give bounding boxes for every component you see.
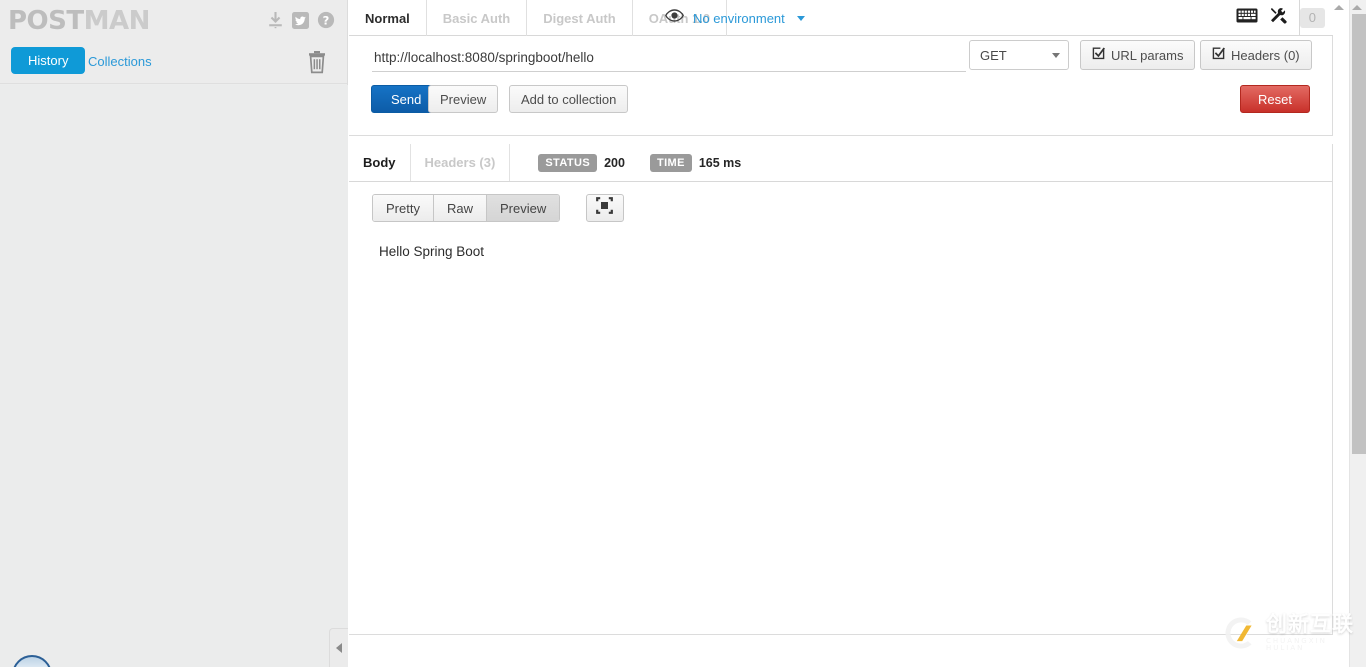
main-panel: Normal Basic Auth Digest Auth OAuth 1.0 … [349, 0, 1333, 667]
response-body-text: Hello Spring Boot [379, 244, 485, 259]
http-method-value: GET [980, 47, 1007, 63]
tab-digest-auth[interactable]: Digest Auth [527, 0, 633, 36]
chevron-left-icon [336, 643, 342, 653]
request-count-badge[interactable]: 0 [1299, 8, 1325, 28]
chevron-down-icon [1052, 52, 1060, 58]
status-badge-label: STATUS [538, 153, 598, 172]
logo-text-light: MAN [83, 6, 151, 36]
svg-text:?: ? [323, 13, 330, 27]
trash-icon[interactable] [307, 51, 327, 79]
watermark-logo: 创新互联 CHUANGXIN HULIAN [1222, 607, 1360, 659]
response-panel: Body Headers (3) STATUS 200 TIME 165 ms … [349, 144, 1333, 635]
sidebar-tab-history[interactable]: History [11, 47, 86, 74]
scroll-up-arrow-icon[interactable] [1352, 5, 1362, 10]
format-raw-button[interactable]: Raw [433, 195, 487, 221]
response-meta: STATUS 200 TIME 165 ms [538, 144, 741, 181]
url-params-label: URL params [1111, 47, 1184, 63]
sidebar-collapse-button[interactable] [329, 628, 348, 667]
fullscreen-icon [596, 197, 614, 219]
history-list-panel [0, 85, 348, 667]
topbar-divider [1299, 0, 1300, 36]
watermark-badge-icon [1222, 614, 1260, 652]
request-builder: GET URL params Headers (0) Send [349, 36, 1333, 136]
sidebar: POSTMAN ? History Collections [0, 0, 348, 667]
help-icon[interactable]: ? [317, 11, 335, 29]
twitter-icon[interactable] [292, 11, 309, 29]
url-row: GET URL params Headers (0) [349, 36, 1332, 80]
vertical-scrollbar[interactable] [1349, 0, 1366, 667]
time-badge-label: TIME [649, 153, 692, 172]
scrollbar-thumb[interactable] [1352, 14, 1366, 454]
sidebar-header-icons: ? [267, 11, 335, 29]
response-format-row: Pretty Raw Preview [349, 182, 1332, 232]
headers-button[interactable]: Headers (0) [1200, 40, 1312, 70]
wrench-screwdriver-icon[interactable] [1270, 7, 1288, 30]
postman-app-window: POSTMAN ? History Collections Normal Bas… [0, 0, 1366, 667]
topbar-actions: 0 [1236, 0, 1325, 36]
watermark-cn-text: 创新互联 [1266, 612, 1354, 636]
tab-body[interactable]: Body [349, 144, 411, 181]
time-value: 165 ms [698, 155, 742, 170]
url-input[interactable] [372, 44, 966, 72]
watermark-text: 创新互联 CHUANGXIN HULIAN [1266, 614, 1360, 652]
sidebar-tab-collections[interactable]: Collections [88, 54, 152, 69]
logo-text-bold: POST [8, 6, 84, 36]
environment-label[interactable]: No environment [693, 11, 785, 26]
format-preview-button[interactable]: Preview [486, 195, 560, 221]
scroll-up-arrow-secondary-icon[interactable] [1334, 5, 1344, 10]
chevron-down-icon[interactable] [796, 15, 805, 21]
reset-button[interactable]: Reset [1240, 85, 1310, 113]
status-value: 200 [604, 155, 625, 170]
tab-headers[interactable]: Headers (3) [411, 144, 511, 181]
sidebar-header: POSTMAN ? [0, 0, 347, 44]
download-icon[interactable] [267, 11, 284, 29]
tab-normal[interactable]: Normal [349, 0, 427, 36]
add-to-collection-button[interactable]: Add to collection [509, 85, 629, 113]
preview-request-button[interactable]: Preview [428, 85, 499, 113]
keyboard-icon[interactable] [1236, 8, 1258, 28]
format-pretty-button[interactable]: Pretty [373, 195, 434, 221]
auth-tabbar: Normal Basic Auth Digest Auth OAuth 1.0 … [349, 0, 1333, 36]
request-actions-row: Send Preview Add to collection Reset [349, 80, 1332, 130]
environment-selector[interactable]: No environment [665, 0, 805, 36]
tab-basic-auth[interactable]: Basic Auth [427, 0, 528, 36]
eye-icon[interactable] [665, 9, 684, 27]
url-params-button[interactable]: URL params [1080, 40, 1196, 70]
fullscreen-button[interactable] [585, 194, 624, 222]
postman-logo: POSTMAN [8, 6, 150, 36]
format-toggle-group: Pretty Raw Preview [372, 194, 561, 222]
http-method-select[interactable]: GET [969, 40, 1069, 70]
checkbox-check-icon [1212, 47, 1225, 63]
avatar[interactable] [12, 655, 52, 667]
sidebar-tabbar: History Collections [0, 44, 347, 84]
watermark-en-text: CHUANGXIN HULIAN [1266, 637, 1327, 652]
response-tabbar: Body Headers (3) STATUS 200 TIME 165 ms [349, 144, 1332, 182]
checkbox-check-icon [1092, 47, 1105, 63]
headers-label: Headers (0) [1231, 47, 1300, 63]
